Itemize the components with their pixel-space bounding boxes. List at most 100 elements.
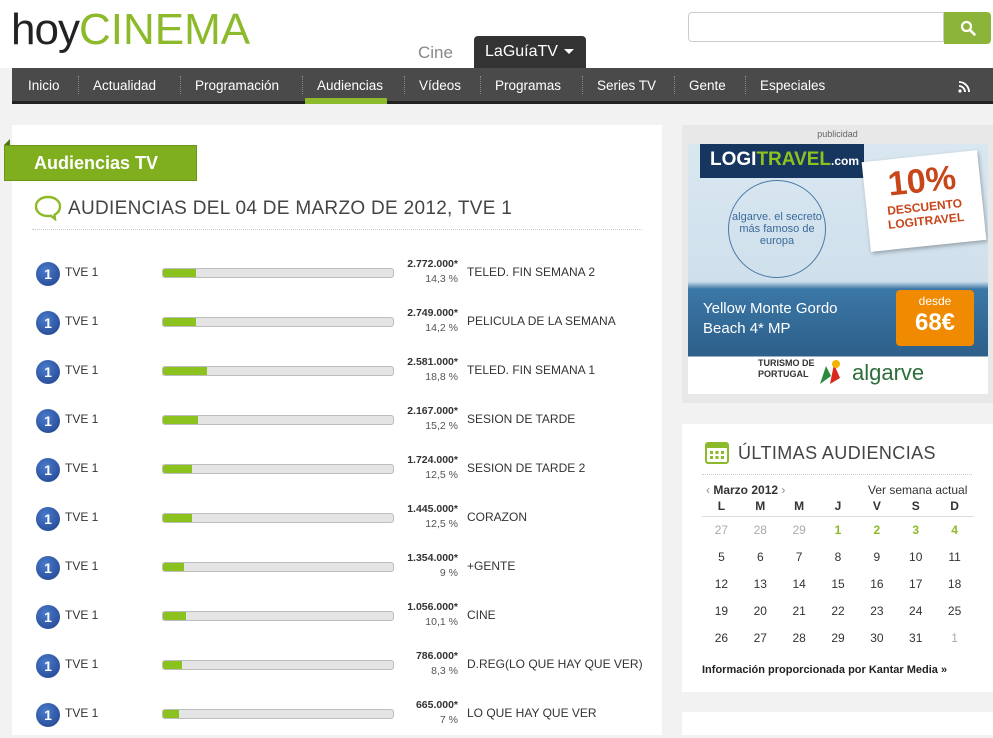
audience-row: 1 TVE 1 1.354.000* 9 % +GENTE	[0, 542, 660, 591]
calendar-week: 19 20 21 22 23 24 25	[702, 598, 974, 625]
nav-item-programas[interactable]: Programas	[495, 68, 561, 101]
search-input[interactable]	[688, 12, 944, 42]
search-button[interactable]	[944, 12, 991, 44]
channel-logo-icon: 1	[36, 409, 60, 433]
program-name[interactable]: PELICULA DE LA SEMANA	[467, 314, 616, 328]
share-bar-fill	[163, 710, 180, 718]
program-name[interactable]: SESION DE TARDE	[467, 412, 575, 426]
title-divider	[32, 229, 642, 230]
calendar-day: 31	[909, 631, 923, 645]
logo-hoy: hoy	[11, 5, 80, 54]
program-name[interactable]: TELED. FIN SEMANA 2	[467, 265, 595, 279]
nav-item-actualidad[interactable]: Actualidad	[93, 68, 156, 101]
nav-item-series-tv[interactable]: Series TV	[597, 68, 656, 101]
nav-separator	[582, 76, 584, 94]
page-title: AUDIENCIAS DEL 04 DE MARZO DE 2012, TVE …	[68, 198, 513, 219]
audience-row: 1 TVE 1 1.724.000* 12,5 % SESION DE TARDE 2	[0, 444, 660, 493]
rss-icon[interactable]	[958, 80, 970, 98]
calendar-day: 5	[718, 550, 725, 564]
tab-laguiatv-label: LaGuíaTV	[485, 43, 558, 60]
calendar-title: ÚLTIMAS AUDIENCIAS	[738, 443, 936, 463]
share-percent: 7 %	[439, 714, 458, 726]
program-name[interactable]: D.REG(LO QUE HAY QUE VER)	[467, 657, 643, 671]
share-bar	[162, 562, 394, 572]
weekday-label: V	[872, 499, 881, 513]
nav-active-indicator	[305, 98, 387, 104]
program-name[interactable]: CORAZON	[467, 510, 527, 524]
channel-logo-icon: 1	[36, 507, 60, 531]
channel-name: TVE 1	[65, 265, 99, 279]
share-percent: 9 %	[439, 567, 458, 579]
channel-name: TVE 1	[65, 559, 99, 573]
calendar-day: 24	[909, 604, 923, 618]
nav-item-v-deos[interactable]: Vídeos	[419, 68, 461, 101]
calendar-month-label: Marzo 2012	[713, 483, 779, 497]
program-name[interactable]: TELED. FIN SEMANA 1	[467, 363, 595, 377]
calendar-day: 15	[831, 577, 845, 591]
kantar-media-link[interactable]: Información proporcionada por Kantar Med…	[702, 664, 947, 676]
viewers-count: 786.000*	[415, 650, 458, 662]
nav-item-especiales[interactable]: Especiales	[760, 68, 825, 101]
nav-item-inicio[interactable]: Inicio	[28, 68, 60, 101]
ad-price-amount: 68€	[914, 309, 956, 336]
share-bar-fill	[163, 612, 187, 620]
audience-row: 1 TVE 1 2.167.000* 15,2 % SESION DE TARDE	[0, 395, 660, 444]
next-month-icon[interactable]: ›	[778, 483, 785, 497]
share-percent: 10,1 %	[425, 616, 458, 628]
channel-name: TVE 1	[65, 657, 99, 671]
viewers-count: 2.581.000*	[407, 356, 458, 368]
channel-name: TVE 1	[65, 608, 99, 622]
calendar-grid: L M M J V S D 27 28 29 1 2 3 4 5 6 7 8 9 10 11 12 13 14 15 16 17 18…	[702, 498, 974, 652]
program-name[interactable]: SESION DE TARDE 2	[467, 461, 585, 475]
weekday-label: D	[950, 499, 959, 513]
share-bar-fill	[163, 465, 192, 473]
calendar-day: 26	[714, 631, 729, 645]
calendar-day: 6	[756, 550, 764, 564]
audience-row: 1 TVE 1 786.000* 8,3 % D.REG(LO QUE HAY QUE …	[0, 640, 660, 689]
viewers-count: 2.749.000*	[407, 307, 458, 319]
share-percent: 14,3 %	[425, 273, 458, 285]
nav-separator	[404, 76, 406, 94]
share-bar	[162, 709, 394, 719]
tab-laguiatv[interactable]: LaGuíaTV	[474, 36, 586, 68]
ad-banner[interactable]: LOGITRAVEL.com algarve. el secreto más f…	[688, 144, 988, 394]
ad-footer-text: TURISMO DE PORTUGAL	[758, 358, 815, 380]
calendar-day[interactable]: 3	[896, 517, 935, 544]
share-bar	[162, 317, 394, 327]
current-week-link[interactable]: Ver semana actual	[868, 483, 967, 497]
ad-label: publicidad	[817, 129, 858, 139]
nav-separator	[674, 76, 676, 94]
share-bar-fill	[163, 367, 207, 375]
program-name[interactable]: LO QUE HAY QUE VER	[467, 706, 597, 720]
calendar-day[interactable]: 4	[935, 517, 974, 544]
share-bar	[162, 513, 394, 523]
tab-cine[interactable]: Cine	[418, 43, 453, 63]
site-logo[interactable]: hoyCINEMA	[11, 5, 250, 55]
channel-name: TVE 1	[65, 510, 99, 524]
viewers-count: 1.445.000*	[407, 503, 458, 515]
nav-item-programaci-n[interactable]: Programación	[195, 68, 279, 101]
share-bar	[162, 464, 394, 474]
program-name[interactable]: CINE	[467, 608, 496, 622]
share-percent: 8,3 %	[431, 665, 458, 677]
weekday-label: S	[911, 499, 920, 513]
nav-item-audiencias[interactable]: Audiencias	[317, 68, 383, 101]
calendar-day: 28	[792, 631, 806, 645]
caret-down-icon	[563, 49, 574, 54]
algarve-logo-icon	[820, 360, 840, 384]
nav-item-gente[interactable]: Gente	[689, 68, 726, 101]
ad-algarve: algarve	[852, 360, 925, 385]
viewers-count: 1.354.000*	[407, 552, 458, 564]
program-name[interactable]: +GENTE	[467, 559, 515, 573]
channel-logo-icon: 1	[36, 262, 60, 286]
share-bar-fill	[163, 269, 197, 277]
calendar-day: 29	[792, 523, 806, 537]
channel-name: TVE 1	[65, 461, 99, 475]
calendar-day[interactable]: 2	[857, 517, 896, 544]
calendar-day: 27	[714, 523, 729, 537]
channel-logo-icon: 1	[36, 360, 60, 384]
calendar-day[interactable]: 1	[819, 517, 858, 544]
weekday-label: M	[794, 499, 805, 513]
viewers-count: 2.772.000*	[407, 258, 458, 270]
viewers-count: 1.056.000*	[407, 601, 458, 613]
